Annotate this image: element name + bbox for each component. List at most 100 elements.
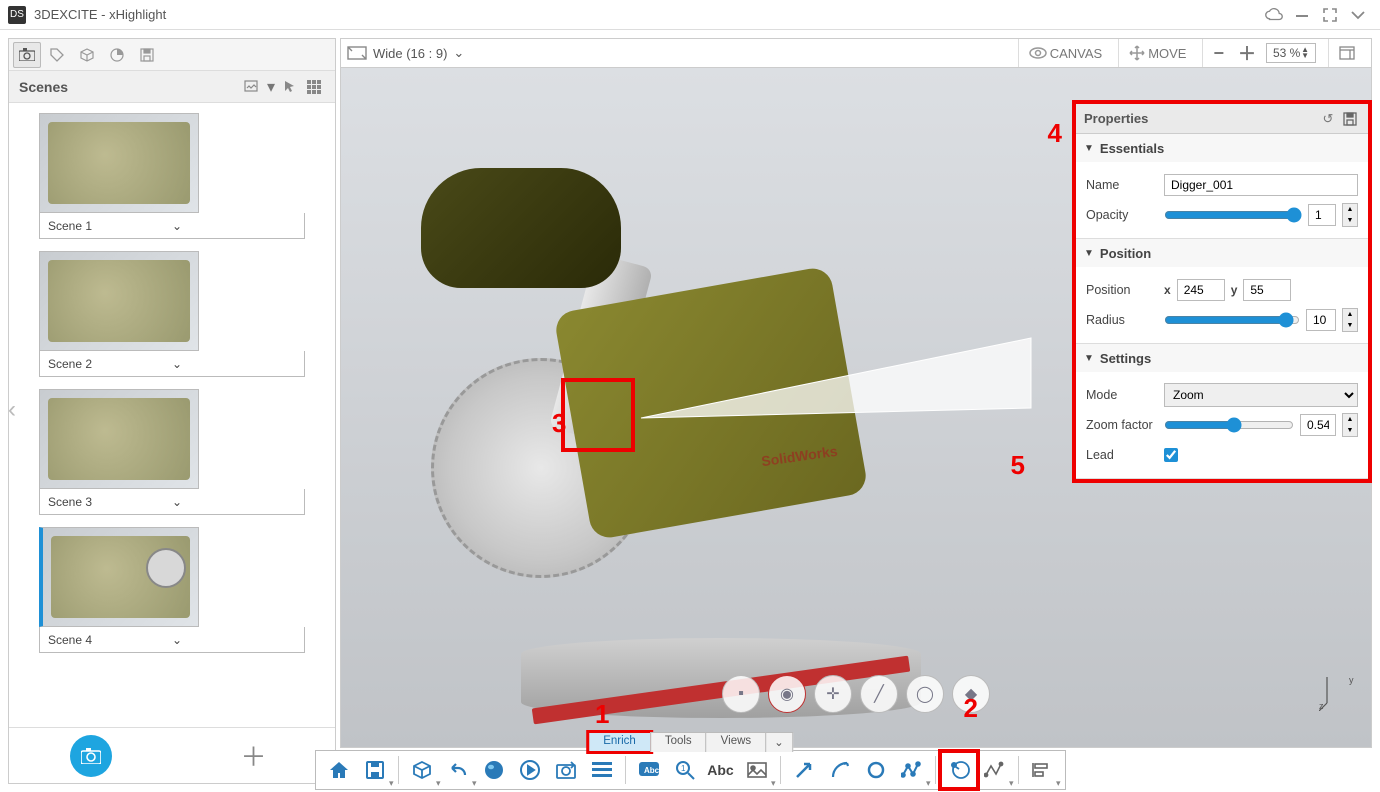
radius-step-up[interactable]: ▲ — [1343, 309, 1357, 320]
text-button[interactable]: Abc — [704, 753, 738, 787]
scene-label: Scene 1 — [48, 219, 172, 233]
section-essentials-header[interactable]: ▼Essentials — [1076, 134, 1368, 162]
control-edge-icon[interactable]: ╱ — [860, 675, 898, 713]
expand-menu-button[interactable] — [1346, 3, 1370, 27]
radius-value[interactable] — [1306, 309, 1336, 331]
minimize-button[interactable] — [1290, 3, 1314, 27]
tab-more[interactable]: ⌄ — [765, 732, 793, 752]
scene-item[interactable]: Scene 2⌄ — [39, 251, 305, 377]
save-button[interactable] — [358, 753, 392, 787]
zoomfactor-step-down[interactable]: ▼ — [1343, 425, 1357, 436]
svg-text:Abc: Abc — [644, 766, 660, 775]
zoom-percentage[interactable]: 53 %▲▼ — [1266, 43, 1316, 63]
scene-control-bar: ▪ ◉ ✛ ╱ ◯ ◆ — [722, 675, 990, 713]
pie-tab-icon[interactable] — [103, 42, 131, 68]
zoom-in-button[interactable]: ＋ — [1234, 38, 1260, 68]
circle-annotation-button[interactable] — [859, 753, 893, 787]
radius-label: Radius — [1086, 313, 1158, 327]
position-y-field[interactable] — [1243, 279, 1291, 301]
zoomfactor-step-up[interactable]: ▲ — [1343, 414, 1357, 425]
scene-item[interactable]: Scene 1⌄ — [39, 113, 305, 239]
undo-icon[interactable]: ↺ — [1318, 109, 1338, 129]
control-circle-icon[interactable]: ◯ — [906, 675, 944, 713]
polyline-button[interactable] — [895, 753, 929, 787]
control-axis-icon[interactable]: ✛ — [814, 675, 852, 713]
arc-button[interactable] — [823, 753, 857, 787]
previous-scene-button[interactable]: ‹ — [2, 390, 22, 430]
opacity-step-down[interactable]: ▼ — [1343, 215, 1357, 226]
tag-tab-icon[interactable] — [43, 42, 71, 68]
list-button[interactable] — [585, 753, 619, 787]
radius-step-down[interactable]: ▼ — [1343, 320, 1357, 331]
zoomfactor-slider[interactable] — [1164, 417, 1294, 433]
badge-button[interactable]: Abc — [632, 753, 666, 787]
render-button[interactable] — [477, 753, 511, 787]
arrow-button[interactable] — [787, 753, 821, 787]
name-label: Name — [1086, 178, 1158, 192]
image-dropdown-icon[interactable]: ▾ — [265, 76, 277, 98]
cube-button[interactable] — [405, 753, 439, 787]
camera-tab-icon[interactable] — [13, 42, 41, 68]
tab-views[interactable]: Views — [706, 732, 766, 752]
fullscreen-button[interactable] — [1318, 3, 1342, 27]
chevron-down-icon[interactable]: ⌄ — [172, 633, 296, 647]
aspect-ratio-selector[interactable]: Wide (16 : 9) ⌄ — [347, 45, 464, 61]
opacity-value[interactable] — [1308, 204, 1336, 226]
play-button[interactable] — [513, 753, 547, 787]
align-button[interactable] — [1025, 753, 1059, 787]
magnifier-button[interactable]: 1 — [668, 753, 702, 787]
save-icon[interactable] — [1340, 109, 1360, 129]
opacity-step-up[interactable]: ▲ — [1343, 204, 1357, 215]
capture-button[interactable] — [549, 753, 583, 787]
radius-slider[interactable] — [1164, 312, 1300, 328]
undo-button[interactable] — [441, 753, 475, 787]
position-x-field[interactable] — [1177, 279, 1225, 301]
opacity-slider[interactable] — [1164, 207, 1302, 223]
annotation-1: 1 — [595, 699, 609, 730]
annotation-2: 2 — [964, 693, 978, 724]
canvas-mode-button[interactable]: CANVAS — [1025, 44, 1107, 63]
tab-enrich[interactable]: Enrich — [588, 732, 651, 752]
section-settings-header[interactable]: ▼Settings — [1076, 344, 1368, 372]
chevron-down-icon[interactable]: ⌄ — [172, 219, 296, 233]
control-point-icon[interactable]: ▪ — [722, 675, 760, 713]
panel-toggle-button[interactable] — [1335, 44, 1359, 62]
scene-item[interactable]: Scene 4⌄ — [39, 527, 305, 653]
opacity-label: Opacity — [1086, 208, 1158, 222]
measure-button[interactable] — [978, 753, 1012, 787]
chevron-down-icon: ⌄ — [453, 45, 464, 61]
cloud-icon[interactable] — [1262, 3, 1286, 27]
grid-view-icon[interactable] — [303, 76, 325, 98]
lead-label: Lead — [1086, 448, 1158, 462]
axis-triad[interactable]: yz — [1319, 671, 1359, 711]
name-field[interactable] — [1164, 174, 1358, 196]
scene-label: Scene 3 — [48, 495, 172, 509]
pointer-icon[interactable] — [279, 76, 301, 98]
zoom-out-button[interactable]: − — [1209, 41, 1228, 66]
chevron-down-icon[interactable]: ⌄ — [172, 495, 296, 509]
digger-tool-button[interactable] — [942, 753, 976, 787]
save-tab-icon[interactable] — [133, 42, 161, 68]
properties-title: Properties — [1084, 111, 1316, 126]
zoomfactor-value[interactable] — [1300, 414, 1336, 436]
digger-anchor-highlight — [561, 378, 635, 452]
position-label: Position — [1086, 283, 1158, 297]
section-position-header[interactable]: ▼Position — [1076, 239, 1368, 267]
image-button[interactable] — [740, 753, 774, 787]
mode-select[interactable]: Zoom — [1164, 383, 1358, 407]
bottom-toolbar: Abc 1 Abc — [315, 750, 1066, 790]
cube-tab-icon[interactable] — [73, 42, 101, 68]
canvas-toolbar: Wide (16 : 9) ⌄ CANVAS MOVE − ＋ 53 %▲▼ — [340, 38, 1372, 68]
app-title: 3DEXCITE - xHighlight — [34, 7, 166, 22]
scene-label: Scene 4 — [48, 633, 172, 647]
lead-checkbox[interactable] — [1164, 448, 1178, 462]
image-options-icon[interactable] — [241, 76, 263, 98]
tab-tools[interactable]: Tools — [650, 732, 707, 752]
home-button[interactable] — [322, 753, 356, 787]
scene-label: Scene 2 — [48, 357, 172, 371]
scene-item[interactable]: Scene 3⌄ — [39, 389, 305, 515]
move-mode-button[interactable]: MOVE — [1125, 43, 1190, 63]
mode-label: Mode — [1086, 388, 1158, 402]
chevron-down-icon[interactable]: ⌄ — [172, 357, 296, 371]
control-target-icon[interactable]: ◉ — [768, 675, 806, 713]
